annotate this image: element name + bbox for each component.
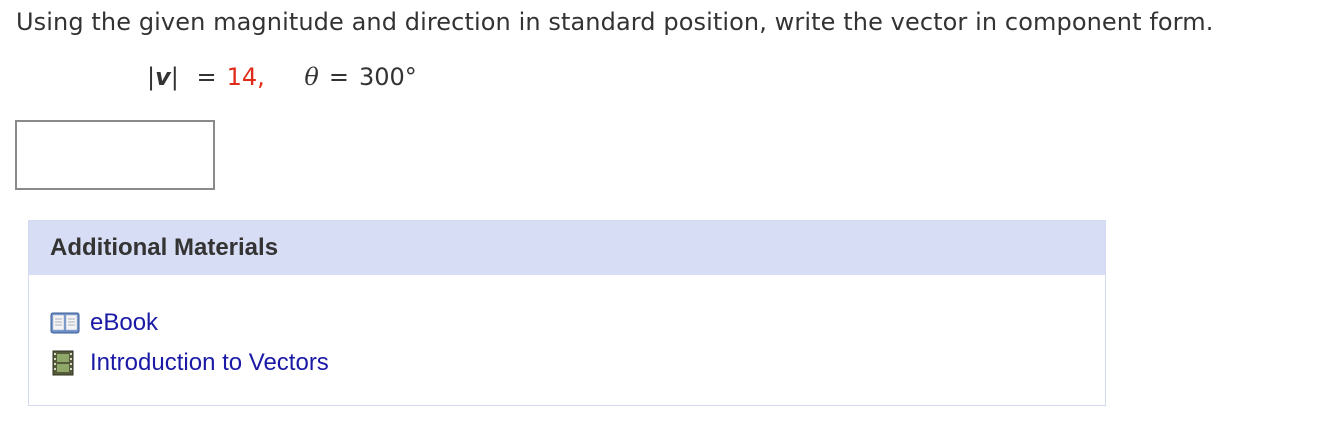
additional-materials-panel: Additional Materials eBook Introduction … — [28, 220, 1106, 406]
theta-symbol: θ — [304, 63, 319, 91]
magnitude-bar-open: | — [147, 63, 156, 91]
additional-materials-title: Additional Materials — [50, 234, 279, 261]
vector-variable: v — [155, 63, 171, 91]
additional-materials-header: Additional Materials — [29, 221, 1105, 275]
theta-value: 300° — [358, 63, 417, 91]
ebook-link[interactable]: eBook — [50, 303, 329, 343]
equals-sign: = — [196, 63, 217, 91]
materials-list: eBook Introduction to Vectors — [50, 303, 329, 383]
ebook-label[interactable]: eBook — [90, 309, 158, 337]
magnitude-value: 14, — [226, 63, 265, 91]
question-prompt: Using the given magnitude and direction … — [16, 8, 1214, 36]
given-values: |v| = 14, θ = 300° — [147, 61, 417, 93]
film-icon — [50, 349, 82, 377]
theta-equals-sign: = — [328, 63, 349, 91]
intro-vectors-link[interactable]: Introduction to Vectors — [50, 343, 329, 383]
intro-vectors-label[interactable]: Introduction to Vectors — [90, 349, 329, 377]
answer-input[interactable] — [17, 122, 213, 188]
answer-box[interactable] — [15, 120, 215, 190]
book-icon — [50, 309, 82, 337]
magnitude-bar-close: | — [170, 63, 179, 91]
